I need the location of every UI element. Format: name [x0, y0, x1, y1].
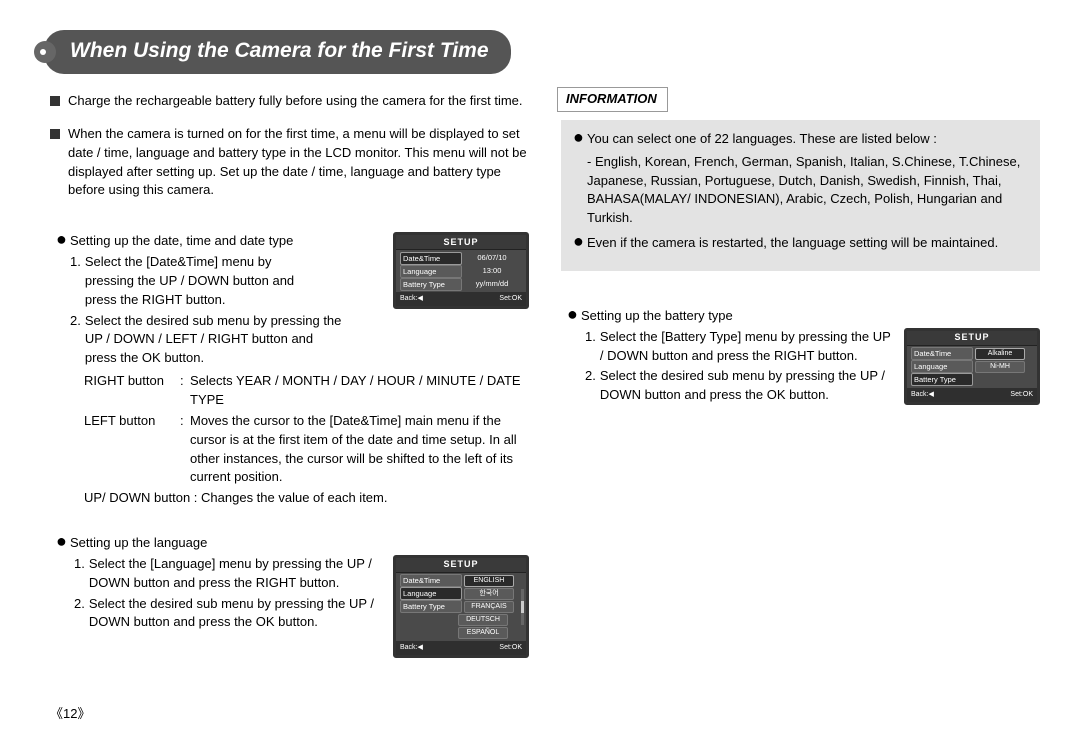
lcd-back: Back:◀	[911, 390, 934, 400]
step-number: 1.	[70, 253, 81, 310]
lcd-ok: Set:OK	[1010, 390, 1033, 400]
battery-heading: Setting up the battery type	[581, 307, 733, 326]
lcd-ok: Set:OK	[499, 643, 522, 653]
lcd-lang-opt: 한국어	[464, 588, 514, 600]
step-number: 2.	[74, 595, 85, 633]
banner-dot-icon	[34, 41, 56, 63]
information-heading: INFORMATION	[557, 87, 668, 112]
bullet-icon: ●	[56, 232, 70, 251]
lcd-key-batt: Battery Type	[400, 278, 462, 291]
lcd-battery-preview: SETUP Date&TimeAlkaline LanguageNi-MH Ba…	[904, 328, 1040, 405]
step-number: 1.	[74, 555, 85, 593]
lcd-batt-opt: Ni-MH	[975, 361, 1025, 373]
lcd-key-lang: Language	[400, 587, 462, 600]
page-title: When Using the Camera for the First Time	[44, 30, 511, 74]
square-bullet-icon	[50, 129, 60, 139]
lcd-key-batt: Battery Type	[400, 600, 462, 613]
intro-para-1: Charge the rechargeable battery fully be…	[68, 92, 529, 111]
lcd-key-lang: Language	[911, 360, 973, 373]
lcd-key-date: Date&Time	[400, 574, 462, 587]
lcd-val-time: 13:00	[462, 266, 522, 277]
lcd-batt-opt: Alkaline	[975, 348, 1025, 360]
lcd-title: SETUP	[443, 236, 478, 249]
lcd-key-date: Date&Time	[400, 252, 462, 265]
left-button-desc: Moves the cursor to the [Date&Time] main…	[190, 412, 529, 487]
datetime-step-2: Select the desired sub menu by pressing …	[85, 312, 345, 369]
datetime-step-1: Select the [Date&Time] menu by pressing …	[85, 253, 315, 310]
lcd-key-batt: Battery Type	[911, 373, 973, 386]
lcd-key-lang: Language	[400, 265, 462, 278]
language-heading: Setting up the language	[70, 534, 207, 553]
lcd-language-preview: SETUP Date&TimeENGLISH Language한국어 Batte…	[393, 555, 529, 658]
lcd-lang-opt: DEUTSCH	[458, 614, 508, 626]
battery-step-2: Select the desired sub menu by pressing …	[600, 367, 894, 405]
bullet-icon: ●	[56, 534, 70, 553]
lcd-lang-opt: FRANÇAIS	[464, 601, 514, 613]
lcd-title: SETUP	[443, 558, 478, 571]
info-bullet-1: You can select one of 22 languages. Thes…	[587, 130, 937, 149]
info-language-list: - English, Korean, French, German, Spani…	[587, 153, 1028, 228]
info-bullet-2: Even if the camera is restarted, the lan…	[587, 234, 998, 253]
scrollbar-icon	[521, 589, 524, 625]
step-number: 1.	[585, 328, 596, 366]
page-title-banner: When Using the Camera for the First Time	[34, 32, 511, 72]
lcd-title: SETUP	[954, 331, 989, 344]
lcd-back: Back:◀	[400, 294, 423, 304]
lcd-val-fmt: yy/mm/dd	[462, 279, 522, 290]
bullet-icon: ●	[573, 234, 587, 253]
language-step-2: Select the desired sub menu by pressing …	[89, 595, 383, 633]
step-number: 2.	[585, 367, 596, 405]
bullet-icon: ●	[573, 130, 587, 149]
lcd-val-date: 06/07/10	[462, 253, 522, 264]
lcd-lang-opt: ENGLISH	[464, 575, 514, 587]
left-column: Charge the rechargeable battery fully be…	[50, 92, 529, 686]
information-box: ●You can select one of 22 languages. The…	[561, 120, 1040, 271]
left-button-label: LEFT button	[84, 412, 180, 487]
intro-para-2: When the camera is turned on for the fir…	[68, 125, 529, 200]
bullet-icon: ●	[567, 307, 581, 326]
datetime-heading: Setting up the date, time and date type	[70, 232, 293, 251]
lcd-back: Back:◀	[400, 643, 423, 653]
updown-button-desc: UP/ DOWN button : Changes the value of e…	[84, 489, 529, 508]
lcd-key-date: Date&Time	[911, 347, 973, 360]
lcd-lang-opt: ESPAÑOL	[458, 627, 508, 639]
lcd-datetime-preview: SETUP Date&Time06/07/10 Language13:00 Ba…	[393, 232, 529, 309]
language-step-1: Select the [Language] menu by pressing t…	[89, 555, 383, 593]
square-bullet-icon	[50, 96, 60, 106]
right-column: INFORMATION ●You can select one of 22 la…	[561, 92, 1040, 686]
right-button-label: RIGHT button	[84, 372, 180, 410]
battery-step-1: Select the [Battery Type] menu by pressi…	[600, 328, 894, 366]
page-number: 《12》	[50, 705, 90, 724]
lcd-ok: Set:OK	[499, 294, 522, 304]
right-button-desc: Selects YEAR / MONTH / DAY / HOUR / MINU…	[190, 372, 529, 410]
step-number: 2.	[70, 312, 81, 369]
